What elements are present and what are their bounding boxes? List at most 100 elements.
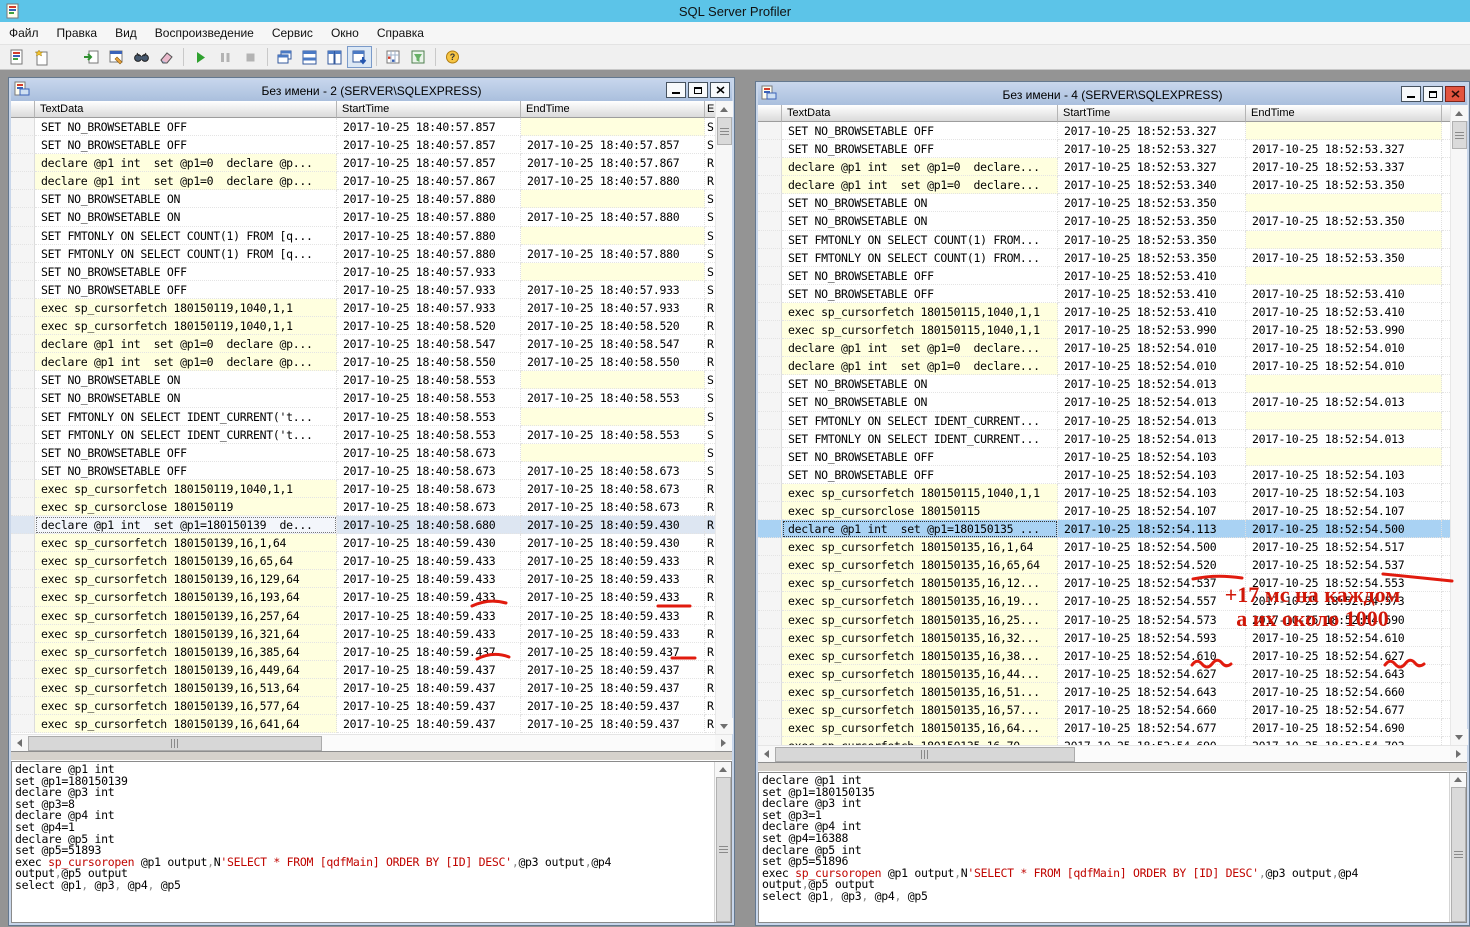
- trace-row[interactable]: SET NO_BROWSETABLE OFF2017-10-25 18:40:5…: [11, 462, 715, 480]
- trace-row[interactable]: SET FMTONLY ON SELECT IDENT_CURRENT...20…: [758, 412, 1450, 430]
- scroll-down-icon[interactable]: [1451, 729, 1468, 745]
- trace-row[interactable]: exec sp_cursorfetch 180150139,16,193,642…: [11, 588, 715, 606]
- column-header-endtime[interactable]: EndTime: [521, 101, 705, 118]
- pane-splitter[interactable]: [758, 762, 1467, 772]
- cascade-windows-icon[interactable]: [272, 46, 297, 68]
- scroll-down-icon[interactable]: [716, 718, 733, 734]
- column-header-starttime[interactable]: StartTime: [337, 101, 521, 118]
- new-trace-icon[interactable]: [4, 46, 29, 68]
- tile-vertical-icon[interactable]: [322, 46, 347, 68]
- scroll-up-icon[interactable]: [1450, 773, 1467, 787]
- trace-row[interactable]: exec sp_cursorfetch 180150135,16,44...20…: [758, 665, 1450, 683]
- trace-row[interactable]: exec sp_cursorfetch 180150119,1040,1,120…: [11, 317, 715, 335]
- trace-row[interactable]: SET NO_BROWSETABLE ON2017-10-25 18:52:53…: [758, 194, 1450, 212]
- scroll-right-icon[interactable]: [1450, 746, 1467, 762]
- clear-trace-icon[interactable]: [154, 46, 179, 68]
- trace-row[interactable]: SET NO_BROWSETABLE ON2017-10-25 18:40:58…: [11, 389, 715, 407]
- trace-row[interactable]: SET NO_BROWSETABLE OFF2017-10-25 18:52:5…: [758, 448, 1450, 466]
- trace-row[interactable]: SET NO_BROWSETABLE OFF2017-10-25 18:40:5…: [11, 444, 715, 462]
- trace-row[interactable]: SET NO_BROWSETABLE OFF2017-10-25 18:52:5…: [758, 122, 1450, 140]
- organize-columns-icon[interactable]: [381, 46, 406, 68]
- trace-row[interactable]: SET NO_BROWSETABLE OFF2017-10-25 18:40:5…: [11, 118, 715, 136]
- trace-row[interactable]: exec sp_cursorfetch 180150135,16,57...20…: [758, 701, 1450, 719]
- menu-item[interactable]: Справка: [368, 23, 433, 43]
- trace-row[interactable]: exec sp_cursorclose 1801501192017-10-25 …: [11, 498, 715, 516]
- scrollbar-thumb[interactable]: [717, 117, 732, 145]
- column-header-eventclass[interactable]: E: [705, 101, 715, 118]
- trace-row[interactable]: SET NO_BROWSETABLE ON2017-10-25 18:52:54…: [758, 393, 1450, 411]
- import-trace-icon[interactable]: [79, 46, 104, 68]
- event-text-pane[interactable]: declare @p1 intset @p1=180150139declare …: [12, 762, 714, 922]
- trace-row[interactable]: exec sp_cursorfetch 180150135,16,1,64201…: [758, 538, 1450, 556]
- column-header-endtime[interactable]: EndTime: [1246, 105, 1442, 122]
- scroll-up-icon[interactable]: [715, 762, 732, 777]
- trace-row[interactable]: exec sp_cursorfetch 180150135,16,70...20…: [758, 737, 1450, 745]
- trace-row[interactable]: exec sp_cursorfetch 180150139,16,449,642…: [11, 661, 715, 679]
- trace-row[interactable]: SET NO_BROWSETABLE ON2017-10-25 18:40:58…: [11, 371, 715, 389]
- trace-row[interactable]: declare @p1 int set @p1=0 declare @p...2…: [11, 154, 715, 172]
- trace-row[interactable]: SET NO_BROWSETABLE OFF2017-10-25 18:52:5…: [758, 267, 1450, 285]
- trace-row[interactable]: exec sp_cursorfetch 180150135,16,51...20…: [758, 683, 1450, 701]
- trace-row[interactable]: declare @p1 int set @p1=0 declare...2017…: [758, 339, 1450, 357]
- grid-horizontal-scrollbar[interactable]: [758, 745, 1467, 762]
- trace-row[interactable]: SET NO_BROWSETABLE OFF2017-10-25 18:52:5…: [758, 140, 1450, 158]
- trace-row[interactable]: declare @p1 int set @p1=180150139 de...2…: [11, 516, 715, 534]
- trace-row[interactable]: exec sp_cursorfetch 180150139,16,321,642…: [11, 625, 715, 643]
- trace-row[interactable]: SET NO_BROWSETABLE ON2017-10-25 18:40:57…: [11, 190, 715, 208]
- window-titlebar[interactable]: Без имени - 2 (SERVER\SQLEXPRESS): [11, 80, 732, 101]
- scroll-up-icon[interactable]: [716, 101, 733, 117]
- maximize-button[interactable]: [1423, 86, 1443, 102]
- start-trace-icon[interactable]: [188, 46, 213, 68]
- column-header-textdata[interactable]: TextData: [782, 105, 1058, 122]
- trace-row[interactable]: exec sp_cursorfetch 180150139,16,129,642…: [11, 570, 715, 588]
- trace-row[interactable]: exec sp_cursorfetch 180150119,1040,1,120…: [11, 299, 715, 317]
- trace-row[interactable]: exec sp_cursorfetch 180150139,16,1,64201…: [11, 534, 715, 552]
- trace-row[interactable]: exec sp_cursorfetch 180150135,16,32...20…: [758, 629, 1450, 647]
- trace-properties-icon[interactable]: [104, 46, 129, 68]
- trace-row[interactable]: SET NO_BROWSETABLE OFF2017-10-25 18:40:5…: [11, 281, 715, 299]
- trace-row[interactable]: declare @p1 int set @p1=0 declare @p...2…: [11, 172, 715, 190]
- text-pane-scrollbar[interactable]: [1449, 773, 1466, 922]
- menu-item[interactable]: Воспроизведение: [146, 23, 263, 43]
- minimize-button[interactable]: [1401, 86, 1421, 102]
- trace-row[interactable]: SET FMTONLY ON SELECT COUNT(1) FROM [q..…: [11, 227, 715, 245]
- menu-item[interactable]: Сервис: [263, 23, 322, 43]
- scrollbar-thumb[interactable]: [775, 747, 1075, 762]
- grid-horizontal-scrollbar[interactable]: [11, 734, 732, 751]
- maximize-button[interactable]: [688, 82, 708, 98]
- event-text-pane[interactable]: declare @p1 intset @p1=180150135declare …: [759, 773, 1449, 922]
- trace-row[interactable]: SET FMTONLY ON SELECT IDENT_CURRENT('t..…: [11, 408, 715, 426]
- tile-horizontal-icon[interactable]: [297, 46, 322, 68]
- scrollbar-thumb[interactable]: [1451, 787, 1466, 922]
- close-button[interactable]: [710, 82, 730, 98]
- close-button[interactable]: [1445, 86, 1465, 102]
- trace-row[interactable]: exec sp_cursorfetch 180150115,1040,1,120…: [758, 321, 1450, 339]
- trace-row[interactable]: SET NO_BROWSETABLE OFF2017-10-25 18:40:5…: [11, 136, 715, 154]
- pane-splitter[interactable]: [11, 751, 732, 761]
- trace-row[interactable]: exec sp_cursorfetch 180150119,1040,1,120…: [11, 480, 715, 498]
- trace-row[interactable]: exec sp_cursorfetch 180150135,16,38...20…: [758, 647, 1450, 665]
- trace-row[interactable]: SET FMTONLY ON SELECT COUNT(1) FROM [q..…: [11, 245, 715, 263]
- trace-row[interactable]: declare @p1 int set @p1=0 declare...2017…: [758, 357, 1450, 375]
- scrollbar-thumb[interactable]: [716, 777, 731, 922]
- find-icon[interactable]: [129, 46, 154, 68]
- trace-row[interactable]: exec sp_cursorclose 1801501152017-10-25 …: [758, 502, 1450, 520]
- menu-item[interactable]: Правка: [48, 23, 107, 43]
- trace-row[interactable]: exec sp_cursorfetch 180150139,16,257,642…: [11, 607, 715, 625]
- trace-row[interactable]: declare @p1 int set @p1=0 declare @p...2…: [11, 353, 715, 371]
- trace-row[interactable]: SET FMTONLY ON SELECT COUNT(1) FROM...20…: [758, 249, 1450, 267]
- menu-item[interactable]: Окно: [322, 23, 368, 43]
- minimize-button[interactable]: [666, 82, 686, 98]
- scroll-left-icon[interactable]: [11, 735, 28, 751]
- trace-row[interactable]: exec sp_cursorfetch 180150139,16,65,6420…: [11, 552, 715, 570]
- scroll-left-icon[interactable]: [758, 746, 775, 762]
- column-header-textdata[interactable]: TextData: [35, 101, 337, 118]
- menu-item[interactable]: Вид: [106, 23, 146, 43]
- trace-row[interactable]: SET NO_BROWSETABLE ON2017-10-25 18:52:53…: [758, 212, 1450, 230]
- auto-scroll-icon[interactable]: [347, 46, 372, 68]
- trace-row[interactable]: SET NO_BROWSETABLE OFF2017-10-25 18:52:5…: [758, 466, 1450, 484]
- scrollbar-thumb[interactable]: [28, 736, 322, 751]
- trace-row[interactable]: exec sp_cursorfetch 180150115,1040,1,120…: [758, 303, 1450, 321]
- trace-row[interactable]: exec sp_cursorfetch 180150139,16,385,642…: [11, 643, 715, 661]
- trace-row[interactable]: declare @p1 int set @p1=180150135 ...201…: [758, 520, 1450, 538]
